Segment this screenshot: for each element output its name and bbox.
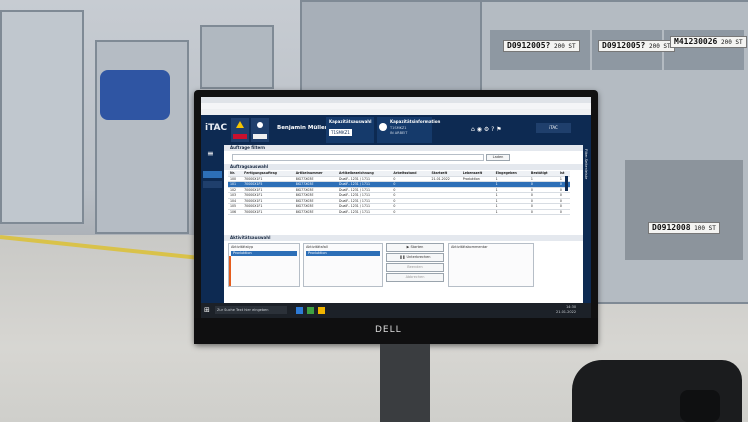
app-taskbar-icon[interactable] xyxy=(296,307,303,314)
warning-tile[interactable] xyxy=(231,118,249,142)
orders-header: Auftragsauswahl xyxy=(224,164,589,170)
left-rack xyxy=(0,10,84,224)
bin-label-2: D0912005? 200 ST xyxy=(598,40,675,52)
activity-type-option[interactable]: Produktion xyxy=(231,251,297,256)
table-cell: 0 xyxy=(391,209,430,215)
monitor-stand xyxy=(380,344,430,422)
finish-button[interactable]: Beenden xyxy=(386,263,444,272)
table-cell: 0 xyxy=(557,209,570,215)
back-machine xyxy=(300,0,484,92)
action-buttons: ▶ Starten ❚❚ Unterbrechen Beenden Abbrec… xyxy=(386,243,444,285)
scanner-handle xyxy=(680,390,720,422)
start-button[interactable]: ▶ Starten xyxy=(386,243,444,252)
nav-item[interactable] xyxy=(203,181,222,188)
user-name: Benjamin Müller xyxy=(277,125,328,131)
activity-comment-panel[interactable]: Aktivitätskommentar xyxy=(448,243,534,287)
menu-icon[interactable]: ≡ xyxy=(207,149,214,158)
filter-header[interactable]: Auftrage filtern xyxy=(224,145,589,151)
activity-case-option[interactable]: Produktion xyxy=(306,251,380,256)
pause-button[interactable]: ❚❚ Unterbrechen xyxy=(386,253,444,262)
windows-start-icon[interactable]: ⊞ xyxy=(204,306,210,314)
table-cell: 0 xyxy=(528,209,558,215)
warning-icon xyxy=(236,121,244,128)
side-tab[interactable]: Filter-Seitenleiste xyxy=(583,145,591,303)
app-header: iTAC Benjamin Müller Kapazitätsauswahl T… xyxy=(201,115,591,145)
bin-label-4: D0912008 100 ST xyxy=(648,222,720,234)
screen: iTAC Benjamin Müller Kapazitätsauswahl T… xyxy=(201,97,591,318)
table-cell: 1 xyxy=(493,209,529,215)
company-logo: iTAC xyxy=(536,123,571,133)
user-badge xyxy=(253,134,267,139)
table-cell xyxy=(460,209,494,215)
bin-label-3: M41230026 200 ST xyxy=(670,36,747,48)
warning-badge xyxy=(233,134,247,139)
windows-taskbar: ⊞ Zur Suche Text hier eingeben 14:30 21.… xyxy=(201,303,591,318)
monitor-brand: DELL xyxy=(375,325,402,335)
table-cell: 8IG77X03E xyxy=(293,209,338,215)
app-logo: iTAC xyxy=(205,123,228,133)
blue-cover xyxy=(100,70,170,120)
toolbar-icons[interactable]: ⌂ ◉ ⚙ ? ⚑ xyxy=(471,126,502,133)
table-scrollbar[interactable] xyxy=(565,176,568,191)
activity-header: Aktivitätsauswahl xyxy=(224,235,589,241)
app-taskbar-icon-3[interactable] xyxy=(318,307,325,314)
bin-4 xyxy=(625,160,743,260)
nav-item-active[interactable] xyxy=(203,171,222,178)
taskbar-search[interactable]: Zur Suche Text hier eingeben xyxy=(215,306,287,314)
user-icon xyxy=(257,122,263,128)
cancel-button[interactable]: Abbrechen xyxy=(386,273,444,282)
status-stripe xyxy=(229,256,231,286)
table-row[interactable]: 106 70000X1F1 8IG77X03E DualF.. 1231 / 1711… xyxy=(228,209,570,215)
activity-type-panel: Aktivitätstyp Produktion xyxy=(228,243,300,287)
orders-table: Nr. Fertigungsauftrag Artikelnummer Arti… xyxy=(228,171,570,215)
capacity-info: Kapazitätsinformation T1SMKZ1 IN ARBEIT xyxy=(377,117,440,143)
app-taskbar-icon-2[interactable] xyxy=(307,307,314,314)
capacity-value: T1SMKZ1 xyxy=(329,129,352,136)
left-nav: ≡ xyxy=(201,145,224,303)
activity-case-panel: Aktivitätsfall Produktion xyxy=(303,243,383,287)
info-icon xyxy=(379,123,387,131)
table-cell: DualF.. 1231 / 1711 xyxy=(337,209,392,215)
table-cell: 70000X1F1 xyxy=(242,209,294,215)
capacity-selection[interactable]: Kapazitätsauswahl T1SMKZ1 xyxy=(326,117,374,143)
user-tile[interactable] xyxy=(251,118,269,142)
main-content: Auftrage filtern Laden Auftragsauswahl N… xyxy=(224,145,589,303)
table-cell xyxy=(429,209,461,215)
filter-input[interactable] xyxy=(232,154,484,161)
taskbar-clock[interactable]: 14:30 21.01.2022 xyxy=(556,305,576,315)
bin-label-1: D0912005? 200 ST xyxy=(503,40,580,52)
table-cell: 106 xyxy=(228,209,243,215)
back-rack xyxy=(200,25,274,89)
load-button[interactable]: Laden xyxy=(486,154,510,161)
